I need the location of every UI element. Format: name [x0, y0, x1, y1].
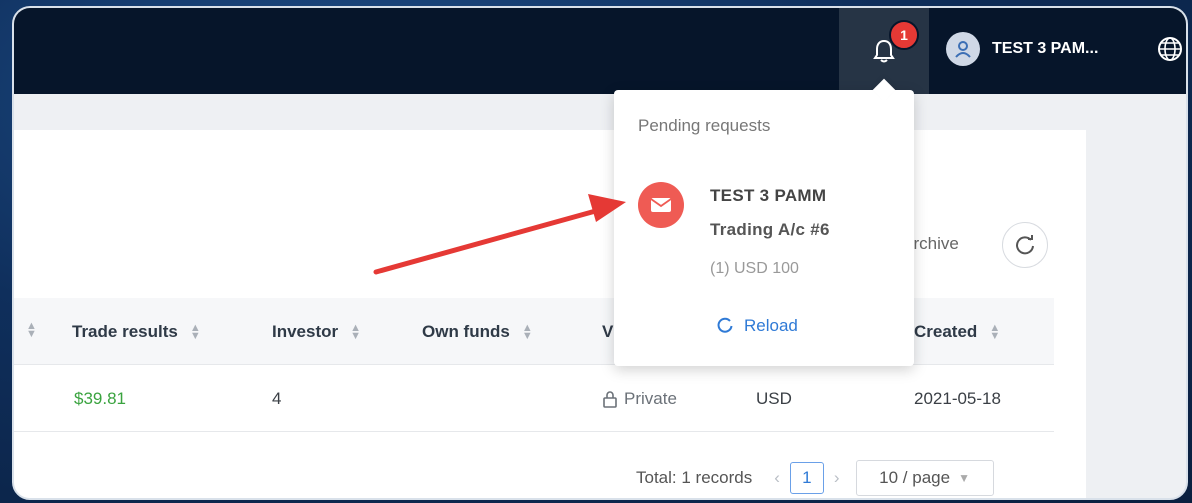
refresh-button[interactable]: [1002, 222, 1048, 268]
next-page-icon[interactable]: ›: [834, 468, 840, 488]
column-visibility[interactable]: V: [602, 322, 613, 342]
lock-icon: [603, 391, 617, 408]
app-window: 1 TEST 3 PAM... archive ▲ ▼ Trade result…: [12, 6, 1188, 500]
reload-button[interactable]: Reload: [716, 316, 798, 336]
sort-icon: ▲ ▼: [989, 322, 1001, 342]
column-own-funds[interactable]: Own funds ▲ ▼: [422, 322, 533, 342]
column-label: V: [602, 322, 614, 341]
reload-label: Reload: [744, 316, 798, 335]
page-size-select[interactable]: 10 / page ▼: [855, 460, 994, 496]
pagination: Total: 1 records ‹ 1 › 10 / page ▼: [636, 460, 994, 496]
column-label: Created: [914, 322, 978, 341]
user-menu[interactable]: TEST 3 PAM...: [946, 32, 1098, 66]
page-size-value: 10 / page: [879, 468, 951, 487]
mail-icon: [638, 182, 684, 228]
request-name[interactable]: TEST 3 PAMM: [710, 186, 826, 206]
trade-results-cell: $39.81: [74, 389, 126, 408]
sort-icon: ▲ ▼: [26, 320, 37, 340]
table-row[interactable]: $39.81 4 Private USD 2021-05-18: [14, 365, 1054, 432]
sort-icon: ▲ ▼: [189, 322, 201, 342]
column-investor[interactable]: Investor ▲ ▼: [272, 322, 361, 342]
content-card: archive ▲ ▼ Trade results ▲ ▼ Investor ▲ ▼ …: [14, 130, 1086, 498]
column-label: Investor: [272, 322, 339, 341]
column-sort-cut[interactable]: ▲ ▼: [14, 320, 37, 340]
column-created[interactable]: Created ▲ ▼: [914, 322, 1000, 342]
visibility-cell: Private: [602, 389, 677, 409]
request-amount: (1) USD 100: [710, 260, 799, 277]
created-cell: 2021-05-18: [914, 389, 1001, 408]
top-navigation-bar: 1 TEST 3 PAM...: [14, 8, 1186, 94]
visibility-label: Private: [624, 389, 677, 408]
investor-cell: 4: [272, 389, 282, 408]
currency-cell: USD: [756, 389, 792, 408]
column-label: Own funds: [422, 322, 510, 341]
request-account[interactable]: Trading A/c #6: [710, 220, 830, 240]
chevron-down-icon: ▼: [958, 471, 970, 485]
column-label: Trade results: [72, 322, 178, 341]
popover-title: Pending requests: [638, 116, 771, 135]
user-name: TEST 3 PAM...: [992, 40, 1099, 57]
notification-count-badge: 1: [889, 20, 919, 50]
sort-icon: ▲ ▼: [350, 322, 362, 342]
pending-requests-popover: Pending requests TEST 3 PAMM Trading A/c…: [614, 78, 914, 366]
sort-icon: ▲ ▼: [521, 322, 533, 342]
total-records: Total: 1 records: [636, 468, 753, 487]
column-trade-results[interactable]: Trade results ▲ ▼: [72, 322, 201, 342]
avatar: [946, 32, 980, 66]
prev-page-icon[interactable]: ‹: [774, 468, 780, 488]
page-button-current[interactable]: 1: [789, 462, 824, 494]
user-icon: [955, 41, 971, 58]
refresh-icon: [1016, 235, 1034, 255]
language-globe-icon[interactable]: [1157, 36, 1183, 67]
reload-icon: [717, 317, 733, 333]
